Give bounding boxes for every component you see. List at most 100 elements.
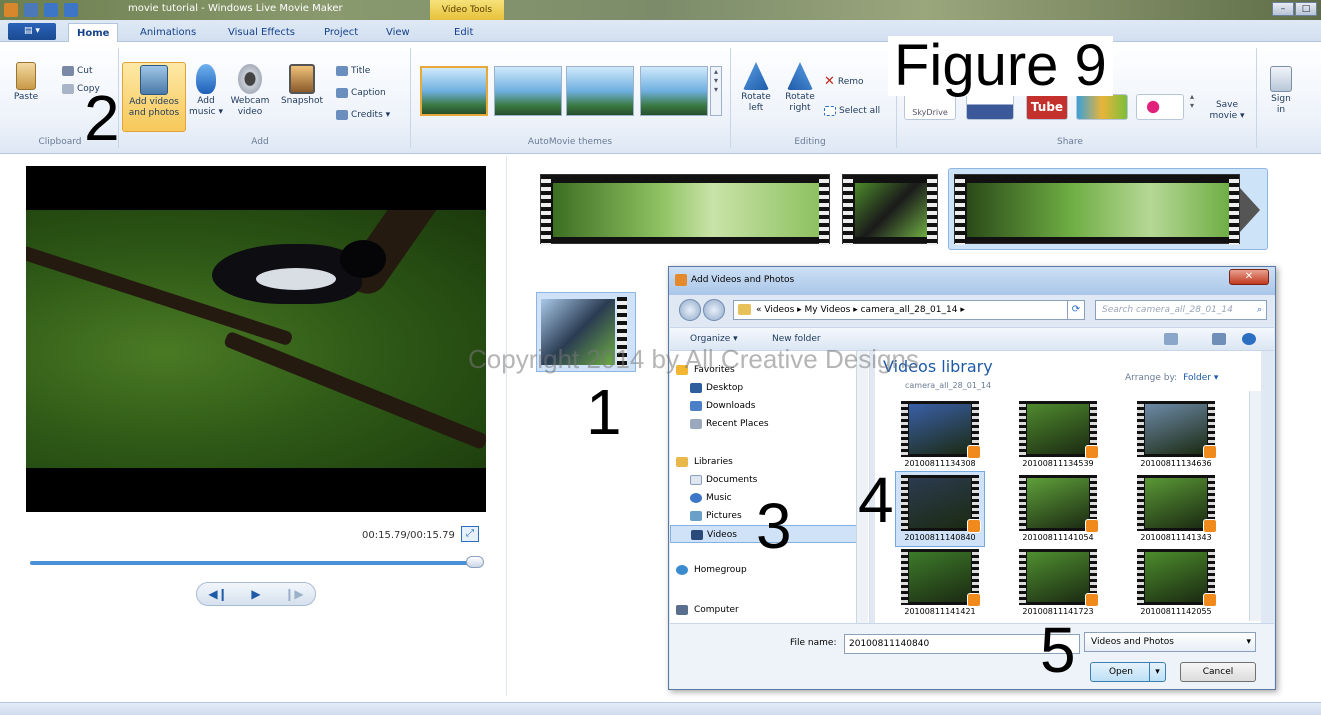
automovie-theme-3[interactable] (566, 66, 634, 116)
annotation-number-5: 5 (1040, 614, 1076, 686)
video-file-thumbnail[interactable] (1019, 475, 1099, 533)
redo-icon[interactable] (64, 3, 78, 17)
clip-end-marker (1240, 188, 1260, 232)
nav-downloads[interactable]: Downloads (670, 397, 860, 415)
video-file-thumbnail[interactable] (901, 549, 981, 607)
computer-icon (676, 605, 688, 615)
dialog-close-button[interactable]: ✕ (1229, 269, 1269, 285)
save-movie-label: Save (1215, 100, 1239, 110)
automovie-theme-1[interactable] (420, 66, 488, 116)
automovie-theme-4[interactable] (640, 66, 708, 116)
play-badge-icon (967, 593, 981, 607)
save-movie-button[interactable]: Save movie ▾ (1204, 100, 1250, 122)
tab-edit[interactable]: Edit (446, 23, 481, 42)
rotate-left-icon (743, 62, 769, 90)
webcam-video-button[interactable]: Webcam video (228, 64, 272, 118)
open-split-arrow[interactable]: ▾ (1149, 663, 1165, 681)
file-type-value: Videos and Photos (1091, 637, 1174, 647)
nav-computer[interactable]: Computer (670, 601, 860, 619)
automovie-theme-2[interactable] (494, 66, 562, 116)
nav-favorites[interactable]: Favorites (670, 361, 860, 379)
group-separator (410, 48, 411, 148)
snapshot-button[interactable]: Snapshot (278, 64, 326, 107)
maximize-button[interactable]: □ (1295, 2, 1317, 16)
desktop-icon (690, 383, 702, 393)
cut-button[interactable]: Cut (62, 66, 93, 76)
undo-icon[interactable] (44, 3, 58, 17)
play-button[interactable]: ▶ (242, 585, 270, 603)
title-button[interactable]: Title (336, 66, 370, 76)
storyboard-clip-selected[interactable] (954, 174, 1240, 245)
paste-button[interactable]: Paste (12, 62, 40, 103)
tab-visual-effects[interactable]: Visual Effects (220, 23, 303, 42)
help-icon[interactable] (1242, 333, 1256, 345)
add-music-button[interactable]: Add music ▾ (188, 64, 224, 118)
video-file-thumbnail[interactable] (1137, 401, 1217, 459)
seek-bar[interactable] (30, 561, 480, 565)
sign-in-button[interactable]: Sign in (1262, 66, 1300, 116)
tab-animations[interactable]: Animations (132, 23, 204, 42)
add-videos-label: Add videos (129, 97, 179, 107)
arrange-by-value[interactable]: Folder ▾ (1183, 373, 1218, 383)
video-file-thumbnail[interactable] (1137, 475, 1217, 533)
storyboard-new-clip[interactable] (536, 292, 636, 372)
music-note-icon (196, 64, 216, 94)
rotate-right-button[interactable]: Rotate right (780, 62, 820, 114)
share-gallery-scroll[interactable]: ▴ ▾ (1190, 92, 1200, 122)
address-bar[interactable]: « Videos ▸ My Videos ▸ camera_all_28_01_… (733, 300, 1085, 320)
seek-thumb[interactable] (466, 556, 484, 568)
file-list-scrollbar[interactable] (1249, 391, 1261, 621)
view-options-icon[interactable] (1164, 333, 1178, 345)
caption-button[interactable]: Caption (336, 88, 386, 98)
add-videos-and-photos-button[interactable]: Add videos and photos (122, 62, 186, 132)
video-file-thumbnail[interactable] (1019, 401, 1099, 459)
tab-view[interactable]: View (378, 23, 418, 42)
refresh-icon[interactable]: ⟳ (1067, 300, 1085, 320)
save-icon[interactable] (24, 3, 38, 17)
forward-button[interactable] (703, 299, 725, 321)
rotate-left-label: Rotate (741, 92, 771, 102)
rotate-left-button[interactable]: Rotate left (736, 62, 776, 114)
preview-pane-icon[interactable] (1212, 333, 1226, 345)
back-button[interactable] (679, 299, 701, 321)
previous-frame-button[interactable]: ◀❙ (204, 585, 232, 603)
clip-thumbnail (967, 183, 1229, 237)
flickr-share-button[interactable] (1136, 94, 1184, 120)
organize-button[interactable]: Organize ▾ (690, 334, 738, 344)
storyboard-clip[interactable] (842, 174, 938, 245)
nav-homegroup[interactable]: Homegroup (670, 561, 860, 579)
video-file-thumbnail[interactable] (1137, 549, 1217, 607)
new-folder-button[interactable]: New folder (772, 334, 821, 344)
paste-label: Paste (13, 92, 39, 102)
nav-desktop[interactable]: Desktop (670, 379, 860, 397)
video-preview (26, 166, 486, 512)
arrange-by[interactable]: Arrange by: Folder ▾ (1125, 373, 1218, 383)
open-button[interactable]: Open ▾ (1090, 662, 1166, 682)
file-type-dropdown[interactable]: Videos and Photos ▾ (1084, 632, 1256, 652)
app-menu-button[interactable]: ▤ ▾ (8, 23, 56, 40)
remove-button[interactable]: ✕ Remo (824, 74, 864, 89)
cancel-button[interactable]: Cancel (1180, 662, 1256, 682)
themes-gallery-scroll[interactable]: ▴ ▾ ▾ (710, 66, 722, 116)
nav-libraries[interactable]: Libraries (670, 453, 860, 471)
search-input[interactable]: Search camera_all_28_01_14 ⌕ (1095, 300, 1267, 320)
video-file-thumbnail[interactable] (1019, 549, 1099, 607)
video-frame (909, 478, 971, 528)
title-icon (336, 66, 348, 76)
video-file-thumbnail[interactable] (901, 401, 981, 459)
minimize-button[interactable]: – (1272, 2, 1294, 16)
video-file-thumbnail[interactable] (901, 475, 981, 533)
select-all-label: Select all (839, 106, 881, 116)
storyboard-clip[interactable] (540, 174, 830, 245)
quick-access-toolbar (4, 3, 78, 17)
credits-button[interactable]: Credits ▾ (336, 110, 390, 120)
tab-project[interactable]: Project (316, 23, 366, 42)
video-frame (1145, 552, 1207, 602)
nav-recent-places[interactable]: Recent Places (670, 415, 860, 433)
fullscreen-icon[interactable]: ⤢ (461, 526, 479, 542)
file-name-label: 20100811141343 (1140, 533, 1212, 542)
nav-documents[interactable]: Documents (670, 471, 860, 489)
select-all-button[interactable]: Select all (824, 106, 880, 116)
tab-home[interactable]: Home (68, 23, 119, 42)
next-frame-button[interactable]: ❙▶ (280, 585, 308, 603)
